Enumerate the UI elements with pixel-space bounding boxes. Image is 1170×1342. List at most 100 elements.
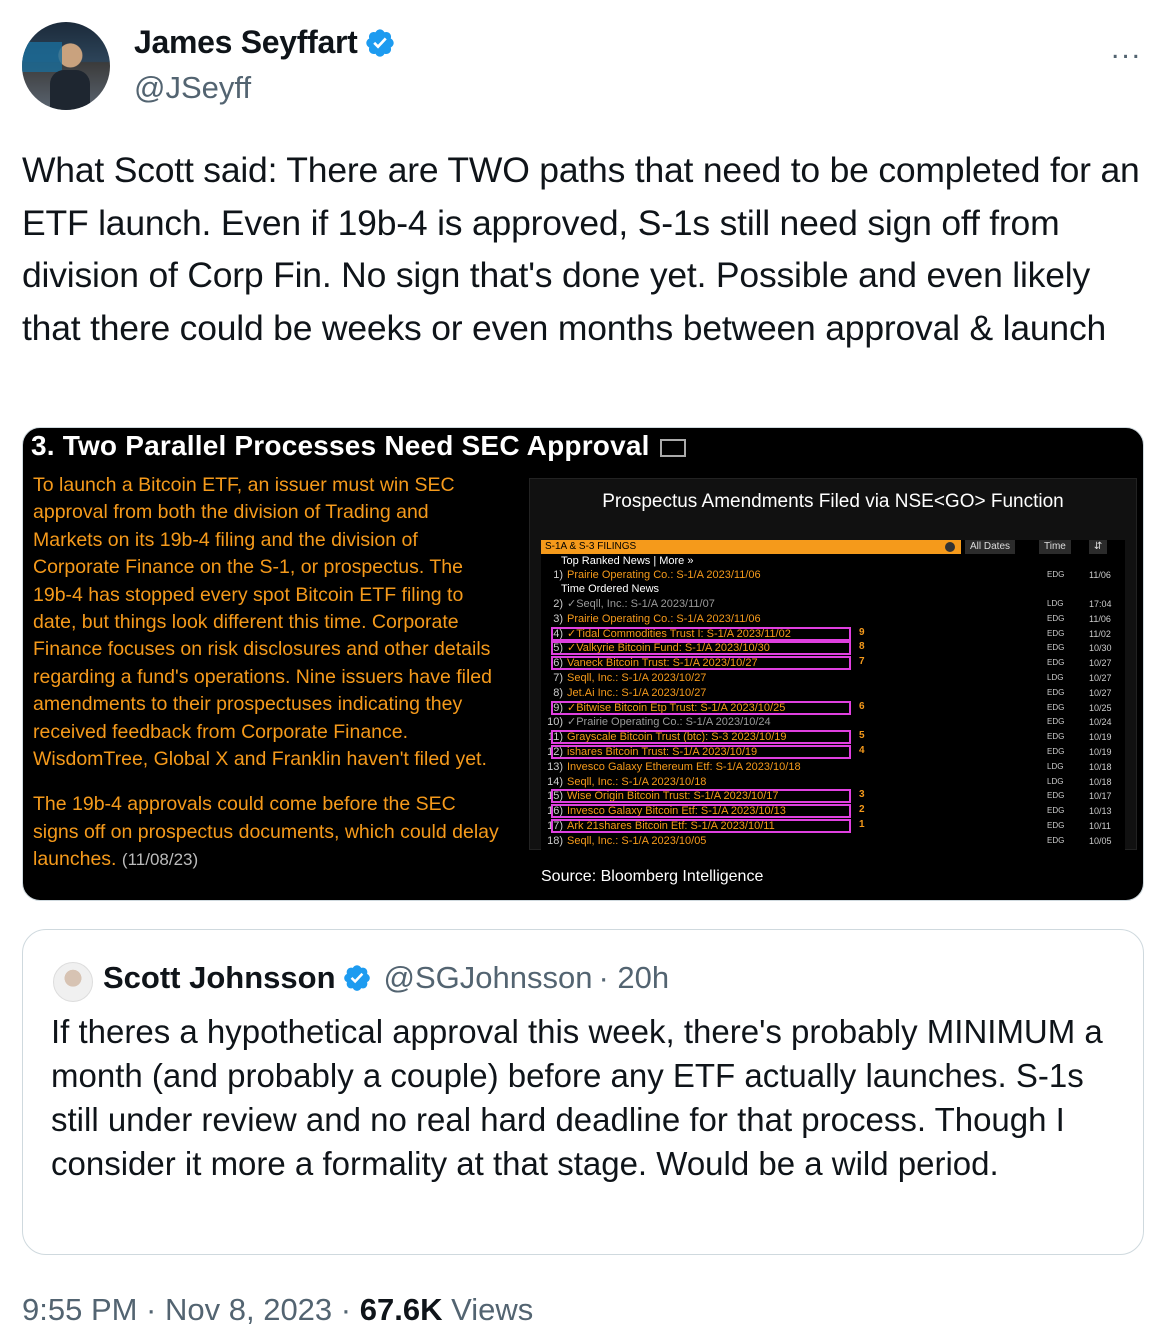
filing-row-source: EDG	[1047, 806, 1065, 816]
source-caption: Source: Bloomberg Intelligence	[541, 868, 764, 885]
verified-badge-icon[interactable]	[364, 27, 396, 59]
panel-title: Prospectus Amendments Filed via NSE<GO> …	[602, 491, 1064, 512]
filing-row-source: EDG	[1047, 717, 1065, 727]
filing-row-number: 3)	[553, 612, 563, 625]
rank-label: 7	[859, 656, 865, 668]
highlight-box	[551, 804, 851, 819]
filing-row-date: 10/25	[1089, 702, 1112, 713]
filing-row-source: EDG	[1047, 835, 1065, 845]
highlight-box	[551, 626, 851, 641]
filings-filter-bar: S-1A & S-3 FILINGS	[541, 540, 961, 554]
quote-author-name: Scott Johnsson	[103, 960, 336, 995]
filing-row: 3) Prairie Operating Co.: S-1/A 2023/11/0…	[541, 612, 1125, 627]
more-options-icon[interactable]: ...	[1111, 32, 1142, 66]
filing-row-source: EDG	[1047, 821, 1065, 830]
filing-row-title: ✓Prairie Operating Co.: S-1/A 2023/10/24	[567, 716, 771, 729]
filing-row-date: 10/24	[1089, 717, 1112, 728]
filing-row-source: EDG	[1047, 658, 1065, 668]
filing-row-source: EDG	[1047, 732, 1065, 742]
highlight-box	[551, 641, 851, 656]
media-paragraph-2: The 19b-4 approvals could come before th…	[33, 791, 503, 873]
filing-row-source: EDG	[1047, 570, 1065, 579]
media-body: To launch a Bitcoin ETF, an issuer must …	[33, 472, 503, 892]
filing-row-number: 13)	[547, 760, 563, 773]
filing-row: 13) Invesco Galaxy Ethereum Etf: S-1/A 20…	[541, 760, 1125, 775]
clear-icon	[945, 542, 955, 552]
rank-label: 2	[859, 804, 865, 816]
filing-row-date: 10/27	[1089, 658, 1112, 669]
tweet-timestamp[interactable]: 9:55 PM · Nov 8, 2023 ·	[22, 1292, 351, 1327]
top-ranked-header: Top Ranked News | More »	[561, 555, 694, 567]
rank-label: 3	[859, 789, 865, 801]
rank-label: 6	[859, 700, 865, 712]
filing-row-date: 10/19	[1089, 747, 1112, 757]
filing-row-number: 8)	[553, 686, 563, 699]
rank-label: 1	[859, 819, 865, 830]
filing-row-date: 10/27	[1089, 673, 1112, 683]
filing-row-title: Invesco Galaxy Ethereum Etf: S-1/A 2023/…	[567, 760, 801, 773]
quote-author-handle: @SGJohnsson	[383, 960, 593, 995]
quoted-tweet[interactable]: Scott Johnsson @SGJohnsson · 20h If ther…	[22, 929, 1144, 1255]
arrows-icon: ⇵	[1089, 540, 1108, 554]
time-ordered-header: Time Ordered News	[561, 583, 660, 595]
filing-row-number: 10)	[547, 716, 563, 729]
filing-row-source: EDG	[1047, 702, 1065, 712]
filing-row-date: 10/05	[1089, 835, 1112, 846]
filter-label: S-1A & S-3 FILINGS	[545, 541, 637, 552]
filing-row-date: 10/18	[1089, 761, 1112, 772]
quote-author-avatar	[53, 962, 93, 1002]
filing-row-title: Jet.Ai Inc.: S-1/A 2023/10/27	[567, 686, 707, 699]
filing-row-source: EDG	[1047, 687, 1065, 697]
rank-label: 8	[859, 641, 865, 653]
views-label: Views	[451, 1292, 534, 1327]
filing-row-number: 7)	[553, 672, 563, 684]
author-name-row: James Seyffart	[134, 24, 396, 61]
verified-badge-icon	[343, 965, 370, 991]
tweet-text: What Scott said: There are TWO paths tha…	[22, 150, 1140, 348]
rank-label: 5	[859, 730, 865, 742]
filing-row: 1) Prairie Operating Co.: S-1/A 2023/11/0…	[541, 568, 1125, 583]
author-handle[interactable]: @JSeyff	[134, 70, 251, 106]
filing-row-number: 2)	[553, 598, 563, 610]
filing-row-date: 10/27	[1089, 687, 1112, 698]
media-date: (11/08/23)	[121, 850, 199, 870]
views-count: 67.6K	[359, 1292, 443, 1327]
filing-row-source: EDG	[1047, 791, 1065, 801]
filing-row-number: 1)	[553, 569, 563, 581]
filing-row-source: EDG	[1047, 628, 1065, 638]
media-title-text: 3. Two Parallel Processes Need SEC Appro…	[31, 430, 650, 461]
rank-label: 4	[859, 745, 865, 756]
media-paragraph-1: To launch a Bitcoin ETF, an issuer must …	[33, 474, 492, 771]
filing-row-source: EDG	[1047, 613, 1065, 623]
rank-label: 9	[859, 626, 865, 638]
filing-row: 18) Seqll, Inc.: S-1/A 2023/10/05 EDG 10/05	[541, 834, 1125, 849]
filing-row-date: 10/30	[1089, 643, 1112, 654]
filing-row-date: 11/06	[1089, 570, 1111, 580]
highlight-box	[551, 789, 851, 804]
filing-row-title: Seqll, Inc.: S-1/A 2023/10/18	[567, 775, 707, 788]
filing-row-title: Seqll, Inc.: S-1/A 2023/10/05	[567, 834, 707, 847]
filing-row: 8) Jet.Ai Inc.: S-1/A 2023/10/27 EDG 10/27	[541, 686, 1125, 701]
filing-row-source: LDG	[1047, 761, 1064, 771]
bloomberg-terminal: S-1A & S-3 FILINGS All Dates Time ⇵ Top …	[541, 540, 1125, 852]
all-dates-button: All Dates	[965, 540, 1016, 554]
filing-row-number: 14)	[547, 775, 563, 788]
filing-row-number: 18)	[547, 834, 563, 847]
tweet-media-image[interactable]: 3. Two Parallel Processes Need SEC Appro…	[22, 427, 1144, 901]
filing-row-title: ✓Seqll, Inc.: S-1/A 2023/11/07	[567, 598, 715, 610]
author-avatar[interactable]	[22, 22, 110, 110]
filing-row: 10) ✓Prairie Operating Co.: S-1/A 2023/10…	[541, 715, 1125, 730]
filing-row-date: 10/13	[1089, 806, 1112, 817]
filing-row-date: 11/06	[1089, 613, 1111, 624]
filing-row-source: EDG	[1047, 747, 1065, 756]
highlight-box	[551, 819, 851, 833]
filing-row: 7) Seqll, Inc.: S-1/A 2023/10/27 LDG 10/27	[541, 671, 1125, 686]
tweet-footer: 9:55 PM · Nov 8, 2023 · 67.6K Views	[22, 1292, 533, 1328]
filing-row-title: Prairie Operating Co.: S-1/A 2023/11/06	[567, 569, 761, 581]
filing-row: 2) ✓Seqll, Inc.: S-1/A 2023/11/07 LDG 17:04	[541, 597, 1125, 612]
filing-row-date: 10/17	[1089, 791, 1112, 802]
author-name[interactable]: James Seyffart	[134, 24, 358, 61]
filing-row-title: Prairie Operating Co.: S-1/A 2023/11/06	[567, 612, 761, 625]
filing-row-source: EDG	[1047, 643, 1065, 653]
filing-row-source: LDG	[1047, 599, 1064, 608]
